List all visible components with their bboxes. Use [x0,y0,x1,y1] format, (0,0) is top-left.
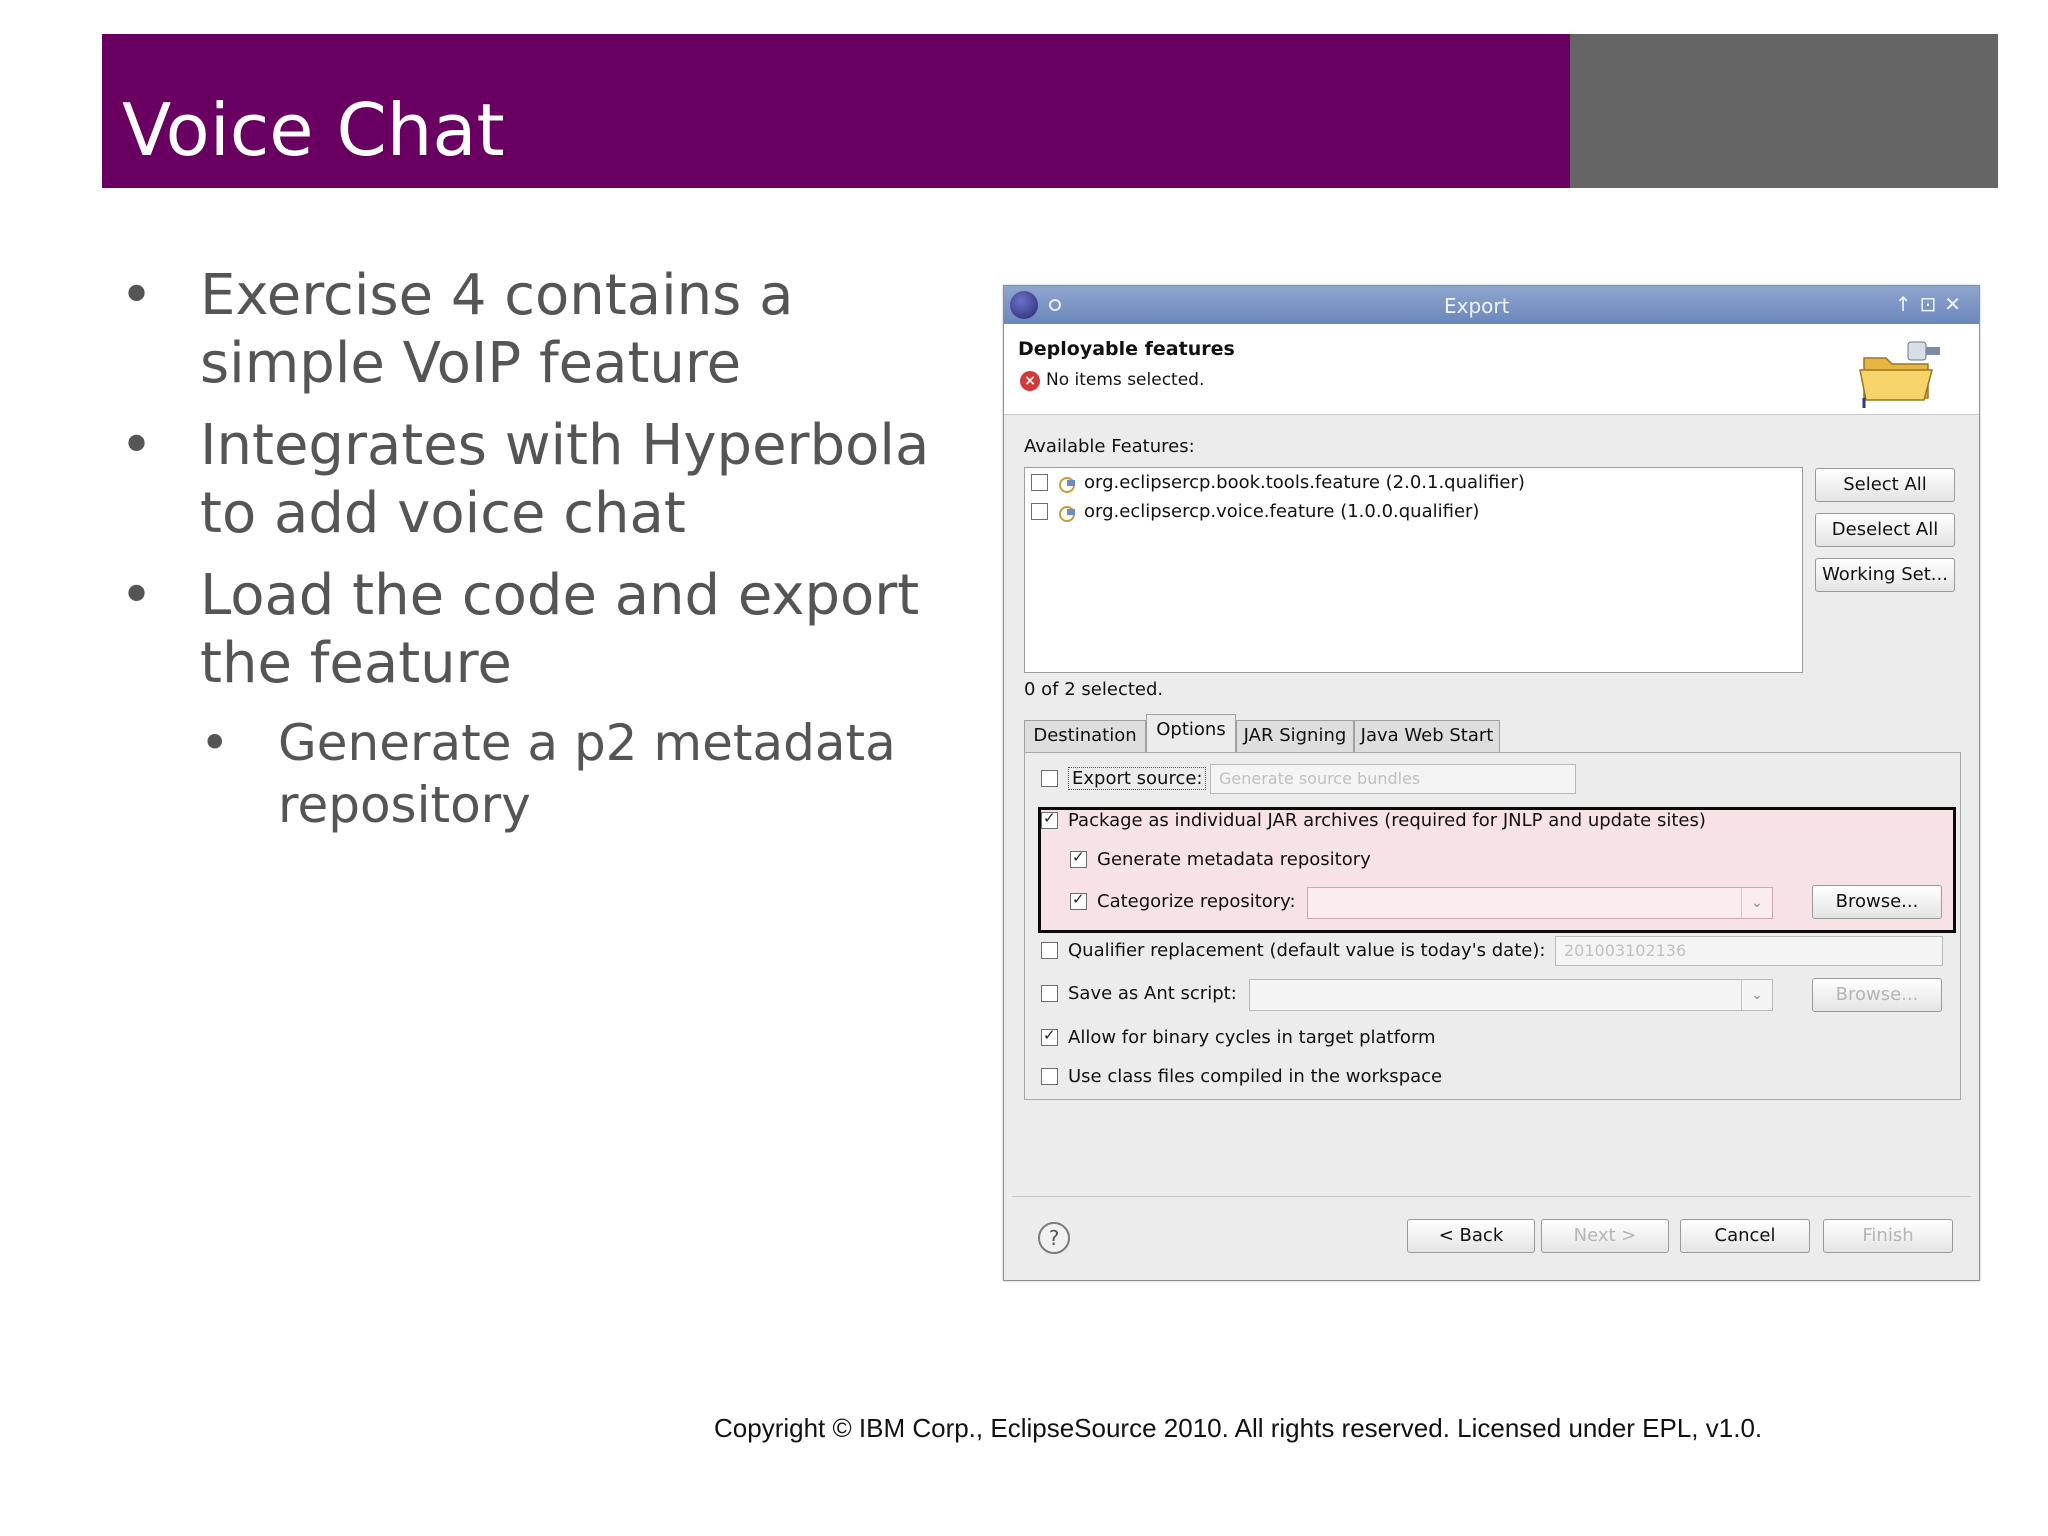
chevron-down-icon[interactable]: ⌄ [1741,980,1772,1010]
export-source-combo[interactable]: Generate source bundles [1210,764,1576,794]
dialog-title: Export [1444,294,1510,318]
class-files-row: Use class files compiled in the workspac… [1041,1066,1442,1087]
export-source-label: Export source: [1068,767,1207,790]
export-dialog: Export ↑⊡✕ Deployable features × No item… [1003,285,1980,1281]
bullet-dot: • [120,263,154,328]
options-panel: Export source: Generate source bundles P… [1024,752,1961,1100]
copyright-footer: Copyright © IBM Corp., EclipseSource 201… [714,1413,1763,1443]
tab-options[interactable]: Options [1146,714,1236,752]
qualifier-field[interactable]: 201003102136 [1555,936,1943,966]
wizard-message: No items selected. [1046,370,1205,390]
feature-checkbox[interactable] [1031,503,1048,520]
minimize-icon[interactable]: ↑ [1895,292,1920,316]
export-source-row: Export source: [1041,767,1207,790]
browse-ant-button[interactable]: Browse... [1812,978,1942,1012]
feature-checkbox[interactable] [1031,474,1048,491]
features-list[interactable]: org.eclipsercp.book.tools.feature (2.0.1… [1024,467,1803,673]
slide-title-side-panel [1570,34,1998,188]
bullet-item: • Exercise 4 contains a simple VoIP featu… [120,263,794,396]
wizard-header: Deployable features × No items selected. [1004,324,1979,415]
slide-title: Voice Chat [122,88,505,172]
sub-bullet-item: • Generate a p2 metadata repository [200,714,896,834]
window-menu-icon[interactable] [1049,299,1061,311]
feature-plugin-icon [1056,474,1076,493]
tab-jar-signing[interactable]: JAR Signing [1236,720,1354,752]
error-icon: × [1020,371,1040,391]
bullet-item: • Load the code and export the feature [120,563,920,696]
export-folder-icon [1859,341,1940,408]
export-source-checkbox[interactable] [1041,770,1058,787]
ant-script-combo[interactable]: ⌄ [1249,979,1773,1011]
selection-count: 0 of 2 selected. [1024,679,1164,700]
dialog-titlebar: Export ↑⊡✕ [1004,286,1979,324]
bullet-dot: • [120,563,154,628]
ant-script-checkbox[interactable] [1041,985,1058,1002]
binary-cycles-row: Allow for binary cycles in target platfo… [1041,1026,1436,1048]
bullet-list: • Exercise 4 contains a simple VoIP featu… [120,262,970,850]
cancel-button[interactable]: Cancel [1680,1219,1810,1253]
deselect-all-button[interactable]: Deselect All [1815,513,1955,547]
feature-plugin-icon [1056,503,1076,522]
list-item[interactable]: org.eclipsercp.voice.feature (1.0.0.qual… [1031,501,1479,522]
tab-destination[interactable]: Destination [1024,720,1146,752]
highlight-box [1038,807,1956,933]
back-button[interactable]: < Back [1407,1219,1535,1253]
window-controls[interactable]: ↑⊡✕ [1895,292,1969,316]
maximize-icon[interactable]: ⊡ [1919,292,1944,316]
bullet-dot: • [200,714,230,772]
next-button[interactable]: Next > [1541,1219,1669,1253]
button-bar-divider [1012,1196,1971,1197]
bullet-item: • Integrates with Hyperbola to add voice … [120,413,930,546]
qualifier-row: Qualifier replacement (default value is … [1041,940,1545,961]
working-set-button[interactable]: Working Set... [1815,558,1955,592]
ant-script-row: Save as Ant script: [1041,983,1237,1004]
available-features-label: Available Features: [1024,436,1195,457]
finish-button[interactable]: Finish [1823,1219,1953,1253]
list-item[interactable]: org.eclipsercp.book.tools.feature (2.0.1… [1031,472,1525,493]
qualifier-checkbox[interactable] [1041,942,1058,959]
tab-java-web-start[interactable]: Java Web Start [1354,720,1500,752]
help-icon[interactable]: ? [1038,1222,1070,1254]
binary-cycles-checkbox[interactable] [1041,1026,1058,1046]
wizard-page-title: Deployable features [1018,338,1235,360]
close-icon[interactable]: ✕ [1944,292,1969,316]
select-all-button[interactable]: Select All [1815,468,1955,502]
bullet-dot: • [120,413,154,478]
eclipse-icon[interactable] [1010,291,1038,319]
class-files-checkbox[interactable] [1041,1068,1058,1085]
